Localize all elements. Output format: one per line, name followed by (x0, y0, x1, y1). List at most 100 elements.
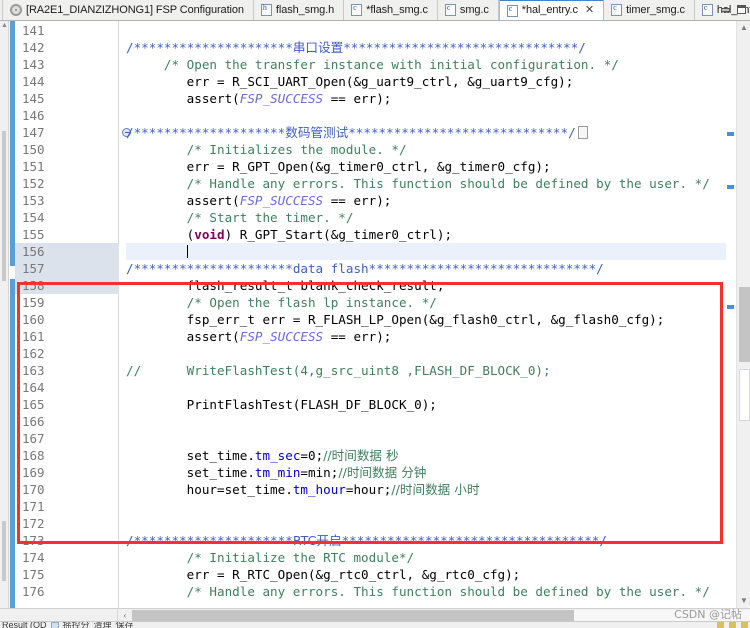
tab-hal-entry-c-active[interactable]: *hal_entry.c ✕ (498, 0, 605, 20)
code-editor[interactable]: ▲ 141 142 143 144 145 146 147 150 151 152 153 154 15… (0, 21, 750, 609)
code-line[interactable]: /* Initializes the module. */ (126, 141, 726, 158)
code-token: tm_min (254, 465, 301, 480)
editor-marker-column[interactable]: ▲ (0, 21, 9, 608)
code-token: *******************************/ (343, 40, 586, 55)
line-number: 144 (22, 74, 45, 89)
code-token: /* Initializes the module. */ (126, 142, 407, 157)
code-token: /* Handle any errors. This function shou… (126, 584, 710, 599)
code-token: ) R_GPT_Start(&g_timer0_ctrl); (224, 227, 453, 242)
warning-icon[interactable] (729, 622, 736, 628)
code-line[interactable]: /*********************RTC开启*************… (126, 532, 726, 549)
folded-code-placeholder[interactable] (577, 126, 588, 139)
code-line[interactable] (126, 345, 726, 362)
line-number: 168 (22, 448, 45, 463)
scroll-up-icon[interactable]: ▲ (737, 21, 750, 35)
line-number: 163 (22, 363, 45, 378)
code-token: /******************** (126, 125, 286, 140)
code-token: /********************* (126, 261, 293, 276)
line-number: 145 (22, 91, 45, 106)
code-token: //时间数据 分钟 (338, 465, 427, 480)
tab-label: [RA2E1_DIANZIZHONG1] FSP Configuration (26, 3, 244, 16)
code-token: =hour; (345, 482, 392, 497)
tab-fsp-configuration[interactable]: [RA2E1_DIANZIZHONG1] FSP Configuration (2, 0, 254, 20)
tab-timer-smg-c[interactable]: timer_smg.c (604, 0, 695, 20)
code-line[interactable]: assert(FSP_SUCCESS == err); (126, 192, 726, 209)
horizontal-scrollbar-track[interactable] (132, 609, 750, 621)
code-line[interactable]: assert(FSP_SUCCESS == err); (126, 328, 726, 345)
code-token: FSP_SUCCESS (239, 91, 324, 106)
code-line[interactable]: flash_result_t blank_check_result; (126, 277, 726, 294)
overview-ruler[interactable] (726, 21, 736, 608)
line-number: 154 (22, 210, 45, 225)
source-code-area[interactable]: /*********************串口设置**************… (126, 21, 726, 608)
perspective-icon[interactable] (741, 622, 748, 628)
code-line[interactable]: hour=set_time.tm_hour=hour;//时间数据 小时 (126, 481, 726, 498)
horizontal-scrollbar-thumb[interactable] (132, 609, 574, 621)
code-line[interactable]: fsp_err_t err = R_FLASH_LP_Open(&g_flash… (126, 311, 726, 328)
code-line[interactable]: /* Handle any errors. This function shou… (126, 175, 726, 192)
code-token: err = R_GPT_Open(&g_timer0_ctrl, &g_time… (126, 159, 551, 174)
overview-marker[interactable] (727, 185, 734, 189)
code-line[interactable] (126, 515, 726, 532)
eclipse-ide-window: [RA2E1_DIANZIZHONG1] FSP Configuration f… (0, 0, 750, 628)
code-line[interactable]: err = R_SCI_UART_Open(&g_uart9_ctrl, &g_… (126, 73, 726, 90)
code-line[interactable]: set_time.tm_min=min;//时间数据 分钟 (126, 464, 726, 481)
code-token: /* Start the timer. */ (126, 210, 354, 225)
maximize-icon[interactable] (737, 5, 746, 14)
code-token: err = R_RTC_Open(&g_rtc0_ctrl, &g_rtc0_c… (126, 567, 521, 582)
tab-flash-smg-c[interactable]: *flash_smg.c (344, 0, 438, 20)
code-token: =0; (300, 448, 324, 463)
code-line[interactable] (126, 430, 726, 447)
code-token: *****************************/ (348, 125, 576, 140)
line-number: 150 (22, 142, 45, 157)
code-line[interactable] (126, 107, 726, 124)
code-line[interactable]: /* Handle any errors. This function shou… (126, 583, 726, 600)
code-line[interactable]: /* Initialize the RTC module*/ (126, 549, 726, 566)
notification-icon[interactable] (717, 622, 724, 628)
code-line[interactable]: err = R_GPT_Open(&g_timer0_ctrl, &g_time… (126, 158, 726, 175)
scroll-left-icon[interactable]: ‹ (118, 609, 132, 622)
code-line[interactable] (126, 379, 726, 396)
vertical-scrollbar-thumb[interactable] (739, 287, 750, 362)
code-line[interactable] (126, 498, 726, 515)
code-line[interactable]: PrintFlashTest(FLASH_DF_BLOCK_0); (126, 396, 726, 413)
code-token: tm_sec (254, 448, 301, 463)
status-item-2[interactable]: 保存 (116, 622, 134, 628)
status-item-1[interactable]: 清理 (94, 622, 112, 628)
code-line[interactable]: /* Open the flash lp instance. */ (126, 294, 726, 311)
code-token: PrintFlashTest(FLASH_DF_BLOCK_0); (126, 397, 437, 412)
code-line[interactable]: (void) R_GPT_Start(&g_timer0_ctrl); (126, 226, 726, 243)
c-file-icon (701, 3, 713, 16)
minimize-icon[interactable] (721, 7, 730, 12)
close-icon[interactable]: ✕ (585, 5, 594, 16)
code-line[interactable]: /*********************data flash********… (126, 260, 726, 277)
code-line[interactable]: /*********************串口设置**************… (126, 39, 726, 56)
code-token: flash_result_t blank_check_result; (126, 278, 445, 293)
vertical-scrollbar[interactable]: ▲ ▼ (736, 21, 750, 608)
code-token: hour=set_time. (126, 482, 293, 497)
code-line[interactable]: set_time.tm_sec=0;//时间数据 秒 (126, 447, 726, 464)
code-line[interactable]: assert(FSP_SUCCESS == err); (126, 90, 726, 107)
tab-smg-c[interactable]: smg.c (437, 0, 499, 20)
hscroll-gutter-spacer (0, 608, 118, 622)
c-file-icon (611, 3, 623, 16)
console-icon[interactable] (50, 622, 59, 628)
code-line[interactable]: /* Open the transfer instance with initi… (126, 56, 726, 73)
horizontal-scrollbar[interactable]: ‹ (0, 608, 750, 622)
overview-marker[interactable] (727, 305, 734, 309)
code-line[interactable] (126, 22, 726, 39)
line-number: 164 (22, 380, 45, 395)
code-line[interactable]: /********************数码管测试**************… (126, 124, 726, 141)
code-line[interactable] (126, 413, 726, 430)
code-token: == err); (323, 329, 392, 344)
code-line[interactable] (126, 243, 726, 260)
code-token: // WriteFlashTest(4,g_src_uint8 ,FLASH_D… (126, 363, 551, 378)
tab-flash-smg-h[interactable]: flash_smg.h (253, 0, 345, 20)
code-line[interactable]: /* Start the timer. */ (126, 209, 726, 226)
code-line[interactable]: // WriteFlashTest(4,g_src_uint8 ,FLASH_D… (126, 362, 726, 379)
status-item-0[interactable]: 摇控分 (63, 622, 90, 628)
code-token: set_time. (126, 465, 255, 480)
code-line[interactable]: err = R_RTC_Open(&g_rtc0_ctrl, &g_rtc0_c… (126, 566, 726, 583)
overview-marker[interactable] (727, 132, 734, 136)
line-number: 143 (22, 57, 45, 72)
